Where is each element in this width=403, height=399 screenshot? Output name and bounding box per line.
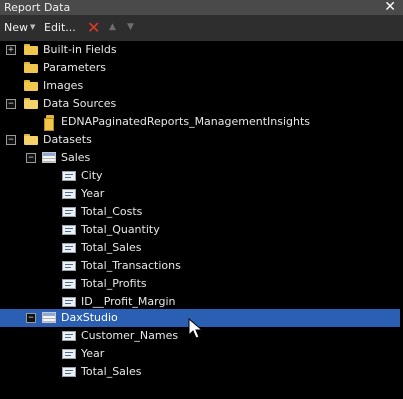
tree-item-built-in-fields[interactable]: + Built-in Fields xyxy=(0,41,400,59)
dataset-table-icon xyxy=(42,312,56,323)
tree-item-field[interactable]: Total_Sales xyxy=(0,363,400,381)
field-icon xyxy=(62,297,76,307)
data-source-icon xyxy=(44,115,56,131)
tree-item-label: ID__Profit_Margin xyxy=(81,295,176,308)
window-title: Report Data xyxy=(4,1,71,14)
tree-item-label: Images xyxy=(43,79,84,92)
field-icon xyxy=(62,243,76,253)
expand-icon[interactable]: + xyxy=(6,45,16,55)
move-up-icon[interactable]: ▲ xyxy=(109,22,116,32)
edit-button[interactable]: Edit... xyxy=(44,21,76,34)
tree-item-field[interactable]: Total_Sales xyxy=(0,239,400,257)
collapse-icon[interactable]: − xyxy=(6,99,16,109)
field-icon xyxy=(62,349,76,359)
tree-item-field[interactable]: Total_Costs xyxy=(0,203,400,221)
tree-item-label: DaxStudio xyxy=(61,311,118,324)
title-bar: Report Data ✕ xyxy=(0,0,403,15)
tree-item-label: EDNAPaginatedReports_ManagementInsights xyxy=(61,115,311,128)
collapse-icon[interactable]: − xyxy=(26,153,36,163)
collapse-icon[interactable]: − xyxy=(6,135,16,145)
toolbar: New ▼ Edit... ✕ ▲ ▼ xyxy=(0,15,403,42)
folder-icon xyxy=(24,80,38,91)
close-icon[interactable]: ✕ xyxy=(384,0,396,15)
tree-item-field[interactable]: City xyxy=(0,167,400,185)
tree-item-field[interactable]: Total_Profits xyxy=(0,275,400,293)
tree-item-label: Parameters xyxy=(43,61,106,74)
mouse-pointer-icon xyxy=(188,318,204,339)
new-label: New xyxy=(4,21,28,34)
tree-item-label: Built-in Fields xyxy=(43,43,117,56)
delete-icon[interactable]: ✕ xyxy=(87,18,100,37)
field-icon xyxy=(62,189,76,199)
chevron-down-icon: ▼ xyxy=(30,23,36,31)
field-icon xyxy=(62,261,76,271)
tree-item-images[interactable]: Images xyxy=(0,77,400,95)
tree-item-data-sources[interactable]: − Data Sources xyxy=(0,95,400,113)
tree-item-label: Sales xyxy=(61,151,91,164)
folder-icon xyxy=(24,44,38,55)
tree-item-datasets[interactable]: − Datasets xyxy=(0,131,400,149)
tree-item-field[interactable]: Total_Quantity xyxy=(0,221,400,239)
tree-item-label: Total_Quantity xyxy=(81,223,160,236)
tree-item-label: Data Sources xyxy=(43,97,117,110)
tree-item-label: Customer_Names xyxy=(81,329,179,342)
report-data-tree: + Built-in Fields Parameters Images − Da… xyxy=(0,41,403,399)
tree-item-label: Total_Transactions xyxy=(81,259,181,272)
tree-item-label: Year xyxy=(81,347,105,360)
tree-item-label: Year xyxy=(81,187,105,200)
tree-item-label: Datasets xyxy=(43,133,92,146)
move-down-icon[interactable]: ▼ xyxy=(127,22,134,32)
tree-item-label: Total_Sales xyxy=(81,365,142,378)
dataset-table-icon xyxy=(42,152,56,163)
tree-item-field[interactable]: Total_Transactions xyxy=(0,257,400,275)
tree-item-label: Total_Costs xyxy=(81,205,143,218)
open-folder-icon xyxy=(24,134,38,145)
field-icon xyxy=(62,207,76,217)
collapse-icon[interactable]: − xyxy=(26,313,36,323)
folder-icon xyxy=(24,62,38,73)
tree-item-label: Total_Sales xyxy=(81,241,142,254)
tree-item-field[interactable]: Year xyxy=(0,185,400,203)
tree-item-label: Total_Profits xyxy=(81,277,147,290)
tree-item-data-source[interactable]: EDNAPaginatedReports_ManagementInsights xyxy=(0,113,400,131)
tree-item-field[interactable]: Year xyxy=(0,345,400,363)
field-icon xyxy=(62,279,76,289)
field-icon xyxy=(62,225,76,235)
field-icon xyxy=(62,171,76,181)
tree-item-dataset-sales[interactable]: − Sales xyxy=(0,149,400,167)
tree-item-parameters[interactable]: Parameters xyxy=(0,59,400,77)
open-folder-icon xyxy=(24,98,38,109)
field-icon xyxy=(62,367,76,377)
tree-item-label: City xyxy=(81,169,103,182)
field-icon xyxy=(62,331,76,341)
new-button[interactable]: New ▼ xyxy=(4,21,35,34)
